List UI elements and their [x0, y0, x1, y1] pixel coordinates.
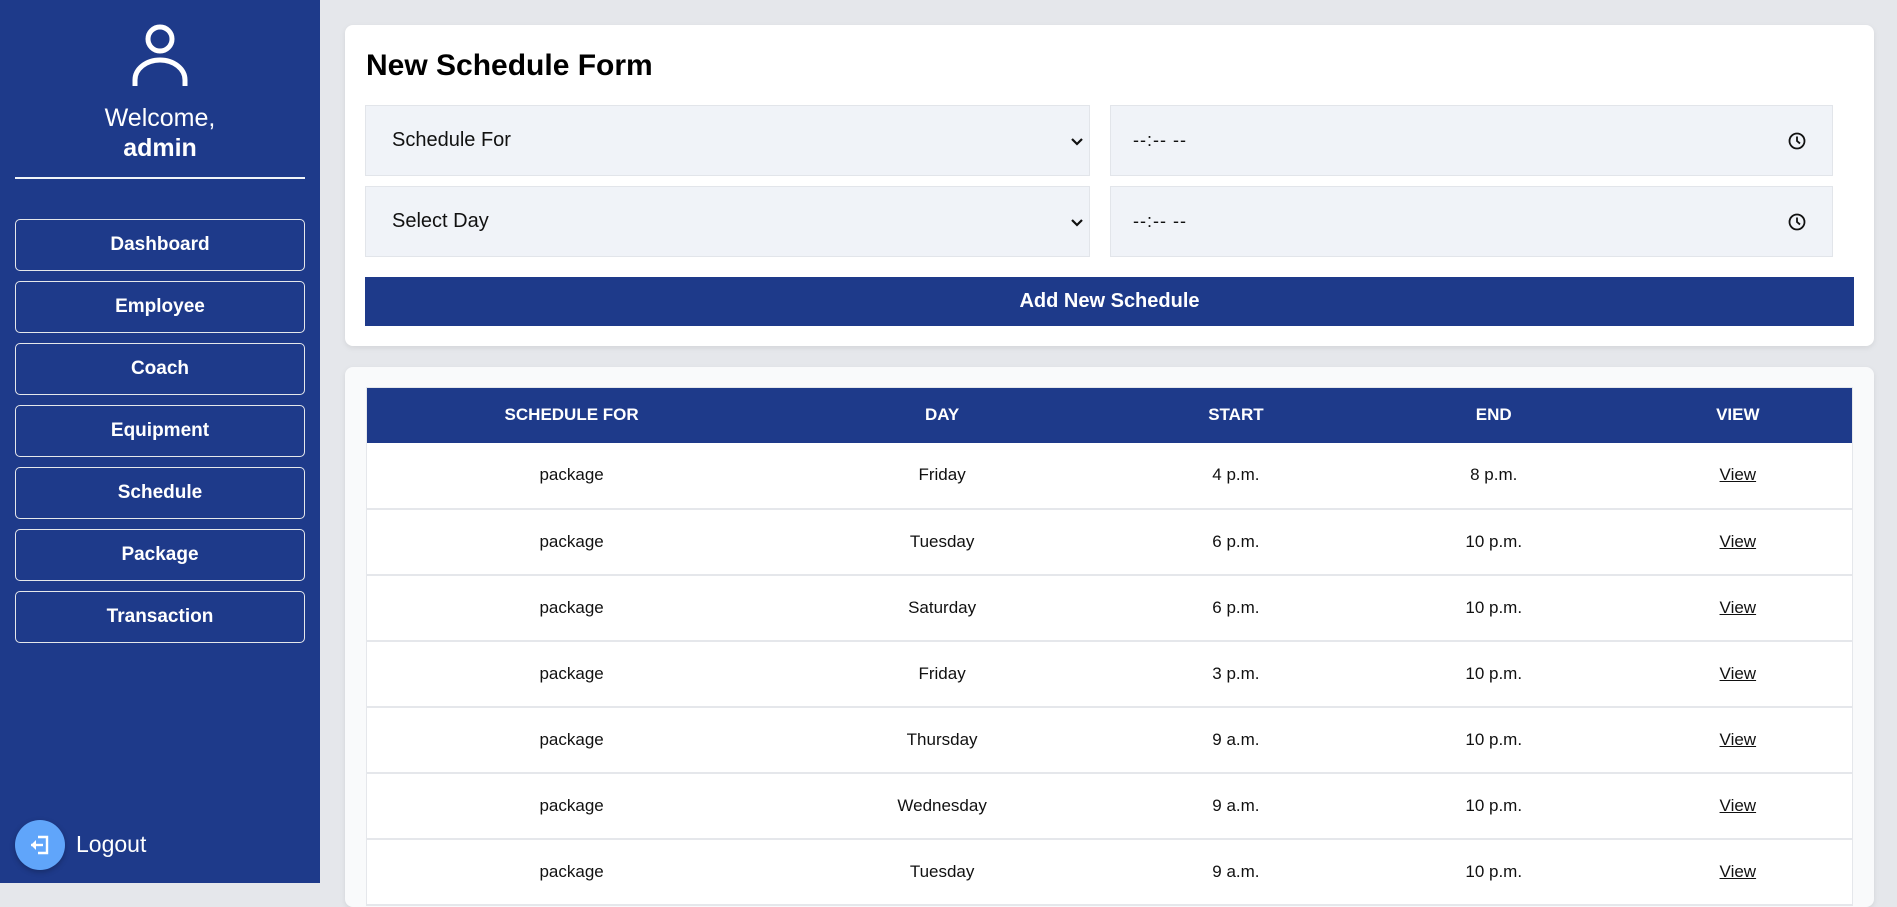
- schedule-table: SCHEDULE FOR DAY START END VIEW package F…: [366, 387, 1853, 906]
- schedule-for-value: Schedule For: [392, 129, 511, 151]
- schedule-list-card: SCHEDULE FOR DAY START END VIEW package F…: [345, 367, 1874, 907]
- schedule-for-select[interactable]: Schedule For: [365, 105, 1090, 176]
- cell-start: 6 p.m.: [1108, 508, 1364, 576]
- cell-schedule-for: package: [366, 508, 777, 576]
- logout-button[interactable]: Logout: [15, 819, 146, 870]
- sidebar-item-schedule[interactable]: Schedule: [15, 467, 305, 519]
- column-header-start: START: [1108, 387, 1364, 443]
- cell-day: Friday: [776, 442, 1108, 510]
- cell-schedule-for: package: [366, 838, 777, 906]
- cell-day: Saturday: [776, 574, 1108, 642]
- cell-start: 9 a.m.: [1108, 772, 1364, 840]
- logout-icon-wrapper: [15, 819, 65, 870]
- end-time-placeholder: --:-- --: [1133, 211, 1187, 231]
- cell-view: View: [1623, 640, 1853, 708]
- new-schedule-form-card: New Schedule Form Schedule For --:-- -- …: [345, 25, 1874, 346]
- cell-start: 6 p.m.: [1108, 574, 1364, 642]
- sidebar-nav: Dashboard Employee Coach Equipment Sched…: [15, 219, 305, 653]
- username: admin: [123, 134, 197, 162]
- cell-day: Friday: [776, 640, 1108, 708]
- cell-end: 10 p.m.: [1363, 838, 1624, 906]
- cell-start: 4 p.m.: [1108, 442, 1364, 510]
- cell-end: 10 p.m.: [1363, 574, 1624, 642]
- view-link[interactable]: View: [1720, 465, 1757, 484]
- view-link[interactable]: View: [1720, 796, 1757, 815]
- cell-view: View: [1623, 508, 1853, 576]
- end-time-input[interactable]: --:-- --: [1110, 186, 1833, 257]
- view-link[interactable]: View: [1720, 664, 1757, 683]
- cell-end: 10 p.m.: [1363, 640, 1624, 708]
- cell-view: View: [1623, 442, 1853, 510]
- cell-day: Thursday: [776, 706, 1108, 774]
- logout-label: Logout: [76, 831, 147, 857]
- cell-start: 3 p.m.: [1108, 640, 1364, 708]
- cell-schedule-for: package: [366, 640, 777, 708]
- start-time-placeholder: --:-- --: [1133, 130, 1187, 150]
- column-header-end: END: [1363, 387, 1624, 443]
- sidebar-item-coach[interactable]: Coach: [15, 343, 305, 395]
- clock-icon[interactable]: [1787, 212, 1807, 232]
- sidebar-item-package[interactable]: Package: [15, 529, 305, 581]
- table-row: package Saturday 6 p.m. 10 p.m. View: [366, 574, 1853, 642]
- table-row: package Tuesday 6 p.m. 10 p.m. View: [366, 508, 1853, 576]
- cell-end: 10 p.m.: [1363, 706, 1624, 774]
- cell-schedule-for: package: [366, 706, 777, 774]
- cell-day: Wednesday: [776, 772, 1108, 840]
- column-header-view: VIEW: [1623, 387, 1853, 443]
- cell-schedule-for: package: [366, 574, 777, 642]
- view-link[interactable]: View: [1720, 730, 1757, 749]
- logout-icon: [31, 835, 49, 854]
- cell-view: View: [1623, 772, 1853, 840]
- view-link[interactable]: View: [1720, 598, 1757, 617]
- add-new-schedule-button[interactable]: Add New Schedule: [365, 277, 1854, 326]
- sidebar-divider: [15, 177, 305, 179]
- cell-day: Tuesday: [776, 838, 1108, 906]
- column-header-day: DAY: [776, 387, 1108, 443]
- column-header-schedule-for: SCHEDULE FOR: [366, 387, 777, 443]
- table-row: package Thursday 9 a.m. 10 p.m. View: [366, 706, 1853, 774]
- cell-view: View: [1623, 706, 1853, 774]
- view-link[interactable]: View: [1720, 532, 1757, 551]
- clock-icon[interactable]: [1787, 131, 1807, 151]
- sidebar-item-employee[interactable]: Employee: [15, 281, 305, 333]
- sidebar-item-equipment[interactable]: Equipment: [15, 405, 305, 457]
- day-select[interactable]: Select Day: [365, 186, 1090, 257]
- table-row: package Friday 3 p.m. 10 p.m. View: [366, 640, 1853, 708]
- cell-end: 10 p.m.: [1363, 508, 1624, 576]
- cell-end: 10 p.m.: [1363, 772, 1624, 840]
- cell-view: View: [1623, 574, 1853, 642]
- sidebar-item-dashboard[interactable]: Dashboard: [15, 219, 305, 271]
- start-time-input[interactable]: --:-- --: [1110, 105, 1833, 176]
- form-title: New Schedule Form: [366, 49, 653, 82]
- table-row: package Friday 4 p.m. 8 p.m. View: [366, 442, 1853, 510]
- cell-start: 9 a.m.: [1108, 706, 1364, 774]
- chevron-down-icon: [1071, 138, 1083, 146]
- sidebar: Welcome, admin Dashboard Employee Coach …: [0, 0, 320, 883]
- table-row: package Wednesday 9 a.m. 10 p.m. View: [366, 772, 1853, 840]
- view-link[interactable]: View: [1720, 862, 1757, 881]
- welcome-text: Welcome,: [104, 104, 216, 132]
- user-icon: [132, 24, 188, 86]
- chevron-down-icon: [1071, 219, 1083, 227]
- cell-schedule-for: package: [366, 442, 777, 510]
- cell-end: 8 p.m.: [1363, 442, 1624, 510]
- cell-start: 9 a.m.: [1108, 838, 1364, 906]
- day-value: Select Day: [392, 210, 489, 232]
- table-row: package Tuesday 9 a.m. 10 p.m. View: [366, 838, 1853, 906]
- table-header-row: SCHEDULE FOR DAY START END VIEW: [366, 387, 1853, 443]
- cell-view: View: [1623, 838, 1853, 906]
- cell-day: Tuesday: [776, 508, 1108, 576]
- cell-schedule-for: package: [366, 772, 777, 840]
- sidebar-item-transaction[interactable]: Transaction: [15, 591, 305, 643]
